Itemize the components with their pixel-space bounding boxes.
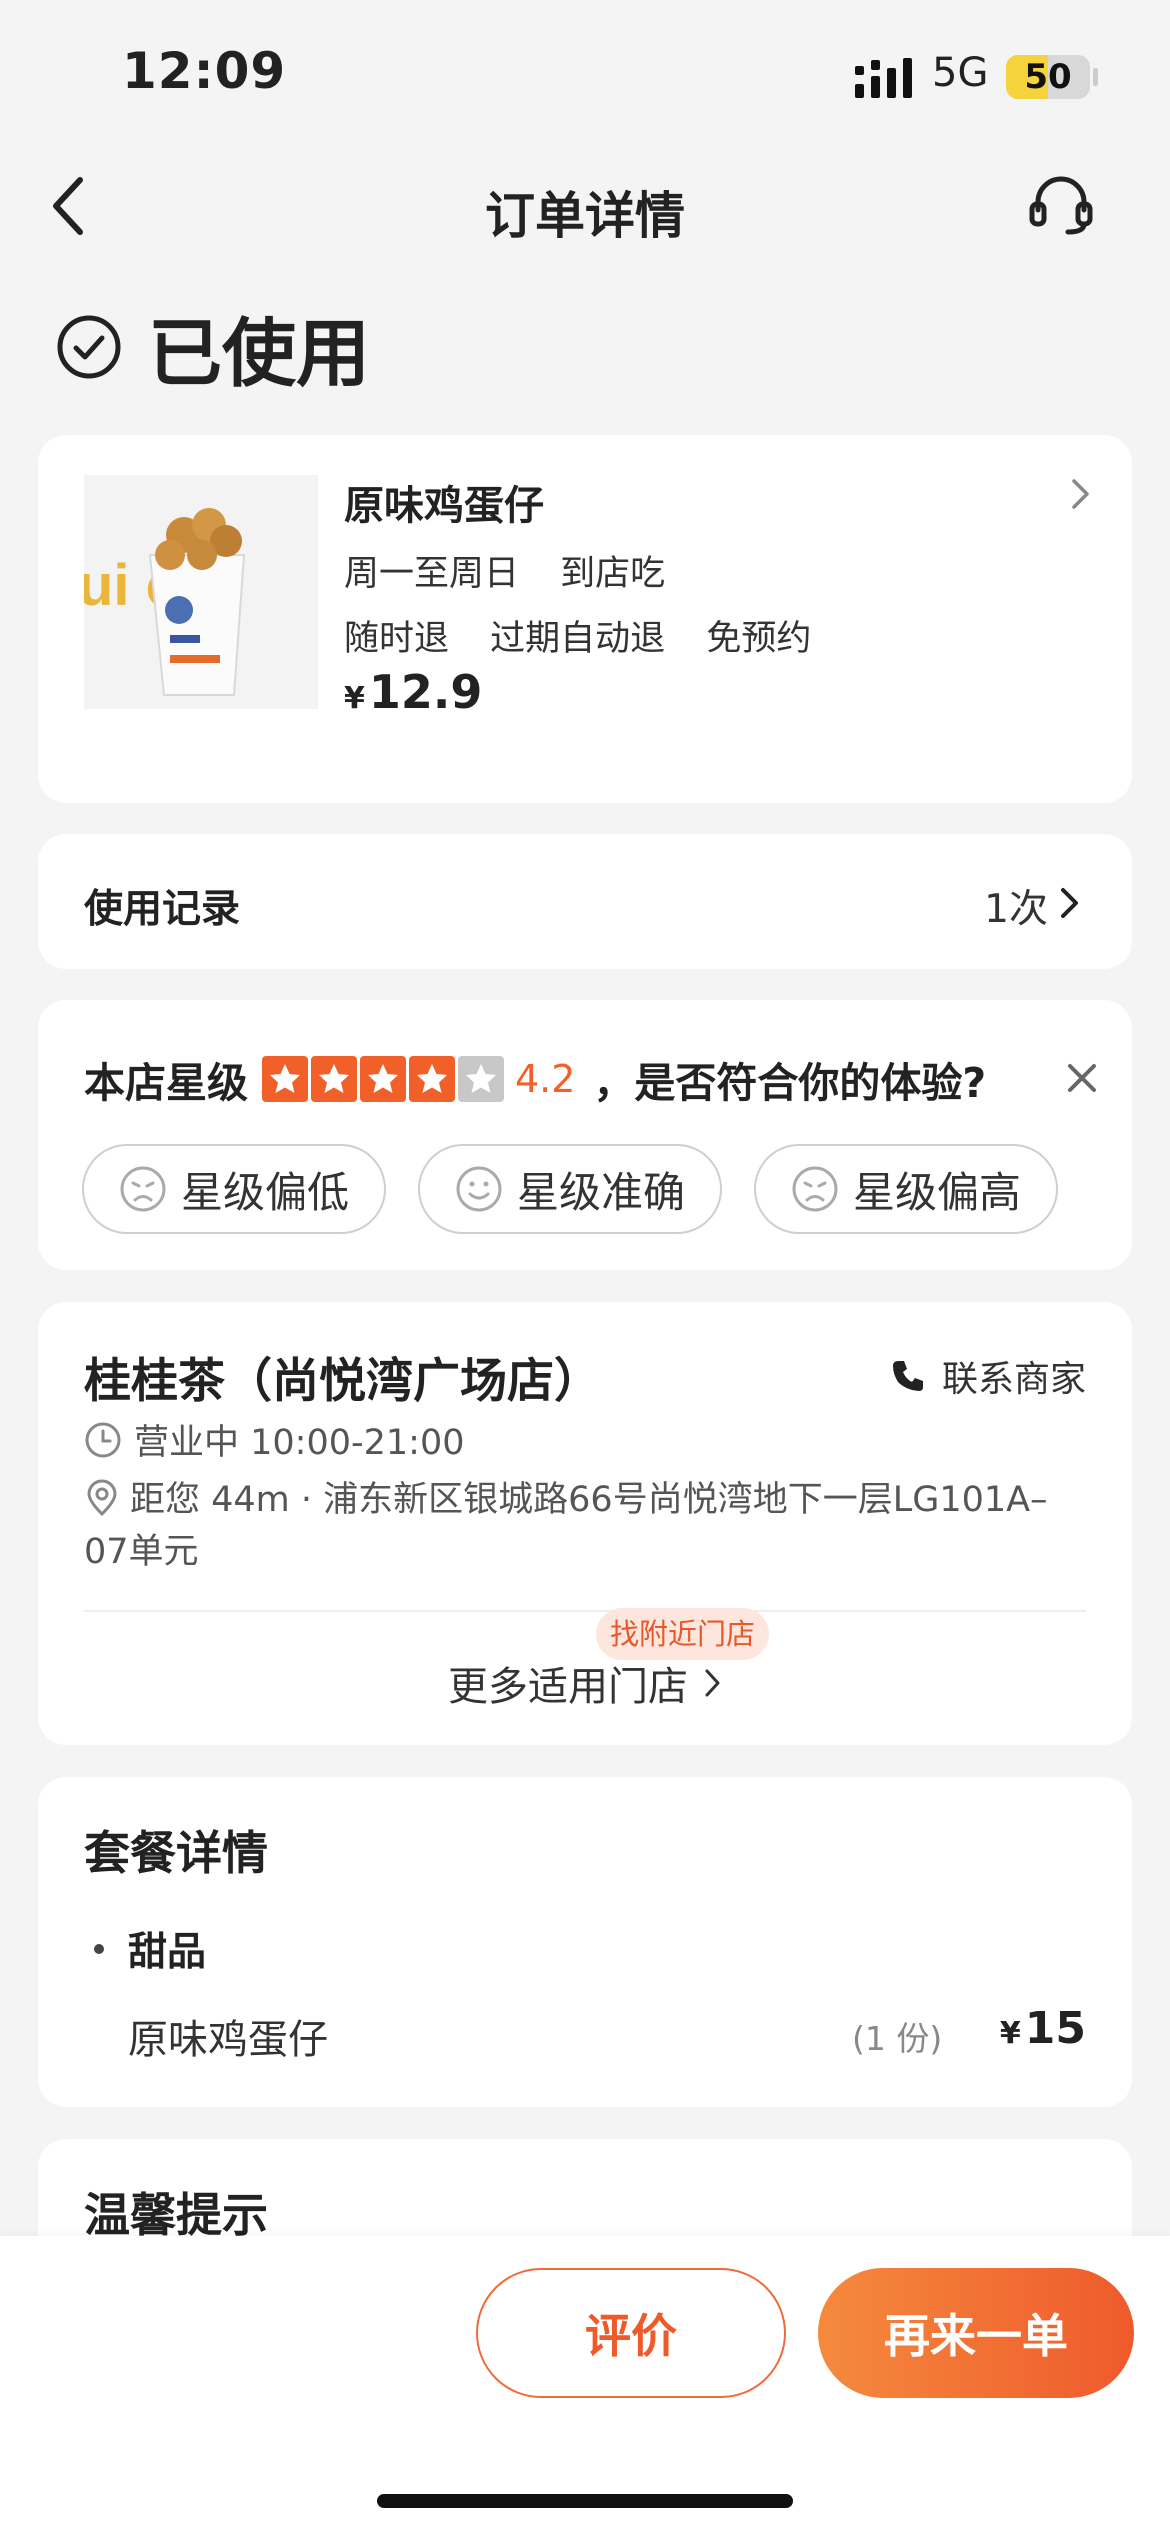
chevron-right-icon	[1072, 479, 1089, 509]
clock-icon	[85, 1422, 121, 1457]
nearby-stores-badge[interactable]: 找附近门店	[596, 1608, 770, 1660]
star-filled-icon	[360, 1056, 406, 1102]
page-title: 订单详情	[485, 187, 685, 245]
chevron-right-icon	[1061, 888, 1078, 918]
store-hours: 营业中 10:00-21:00	[84, 1414, 464, 1465]
star-filled-icon	[409, 1056, 455, 1102]
store-card: 桂桂茶（尚悦湾广场店） 联系商家 营业中 10:00-21:00 距您 44m …	[38, 1302, 1132, 1745]
phone-icon	[892, 1361, 923, 1391]
package-detail-card: 套餐详情 甜品 原味鸡蛋仔 (1 份) ¥15	[38, 1777, 1132, 2107]
sad-face-icon	[792, 1166, 838, 1212]
store-address[interactable]: 距您 44m · 浦东新区银城路66号尚悦湾地下一层LG101A–07单元	[84, 1474, 1084, 1578]
divider	[84, 1610, 1086, 1612]
product-tag: 过期自动退	[490, 619, 666, 659]
package-item-qty: (1 份)	[852, 2019, 943, 2058]
order-status-label: 已使用	[148, 310, 370, 397]
package-category-label: 甜品	[128, 1930, 207, 1975]
headset-icon[interactable]	[1028, 172, 1094, 238]
star-filled-icon	[262, 1056, 308, 1102]
product-tag: 周一至周日	[344, 554, 520, 594]
home-indicator[interactable]	[377, 2494, 793, 2508]
rating-stars	[262, 1056, 507, 1102]
order-status: 已使用	[56, 302, 370, 397]
status-time: 12:09	[122, 42, 287, 100]
smile-face-icon	[456, 1166, 502, 1212]
package-category: 甜品	[94, 1921, 206, 1977]
rating-option-label: 星级偏低	[180, 1167, 349, 1217]
rating-label: 本店星级	[84, 1059, 248, 1107]
star-filled-icon	[311, 1056, 357, 1102]
product-tags-line1: 周一至周日 到店吃	[344, 545, 695, 596]
check-circle-icon	[57, 315, 121, 379]
product-tag: 随时退	[344, 619, 450, 659]
order-detail-page: 12:09 5G 50 订单详情 已使用 ui ch 原味鸡蛋仔 周一至周日 到…	[0, 0, 1170, 2532]
store-hours-text: 营业中 10:00-21:00	[134, 1423, 465, 1463]
status-bar: 12:09 5G 50	[0, 0, 1170, 150]
product-tag: 到店吃	[560, 554, 666, 594]
battery-icon: 50	[1006, 55, 1090, 99]
currency-symbol: ¥	[344, 681, 365, 716]
more-stores-link[interactable]: 更多适用门店	[38, 1654, 1132, 1712]
product-tag: 免预约	[706, 619, 812, 659]
product-image: ui ch	[84, 475, 318, 709]
more-stores-label: 更多适用门店	[448, 1664, 688, 1710]
store-distance: 距您 44m	[130, 1480, 290, 1520]
package-item-price: ¥15	[1000, 2003, 1086, 2054]
package-title: 套餐详情	[84, 1826, 268, 1880]
product-price: ¥12.9	[344, 665, 482, 719]
nav-bar: 订单详情	[0, 150, 1170, 260]
rating-row: 本店星级 4.2 ，是否符合你的体验?	[84, 1050, 986, 1108]
battery-cap	[1093, 68, 1098, 86]
currency-symbol: ¥	[999, 2016, 1021, 2051]
bullet-dot	[94, 1944, 104, 1954]
rating-option-low[interactable]: 星级偏低	[82, 1144, 386, 1234]
battery-percent: 50	[1024, 57, 1072, 97]
bottom-action-bar: 评价 再来一单	[0, 2236, 1170, 2532]
package-item-name: 原味鸡蛋仔	[128, 2017, 328, 2063]
signal-icon	[855, 58, 912, 98]
rating-option-label: 星级偏高	[852, 1167, 1021, 1217]
contact-merchant-label: 联系商家	[941, 1359, 1086, 1400]
rating-option-label: 星级准确	[516, 1167, 685, 1217]
sad-face-icon	[120, 1166, 166, 1212]
network-type: 5G	[932, 50, 989, 96]
rating-options: 星级偏低 星级准确 星级偏高	[82, 1144, 1090, 1234]
reorder-button[interactable]: 再来一单	[818, 2268, 1134, 2398]
product-name: 原味鸡蛋仔	[344, 483, 544, 529]
rating-question: ，是否符合你的体验?	[593, 1059, 987, 1107]
star-empty-icon	[458, 1056, 504, 1102]
usage-count: 1次	[984, 887, 1048, 932]
separator-dot: ·	[289, 1480, 324, 1520]
price-value: 12.9	[368, 665, 483, 719]
rating-option-accurate[interactable]: 星级准确	[418, 1144, 722, 1234]
rating-score: 4.2	[515, 1057, 576, 1101]
location-pin-icon	[87, 1479, 117, 1517]
product-tags-line2: 随时退 过期自动退 免预约	[344, 610, 841, 661]
store-name: 桂桂茶（尚悦湾广场店）	[84, 1354, 601, 1409]
rating-card: 本店星级 4.2 ，是否符合你的体验? 星级偏低 星级准确 星级偏高	[38, 1000, 1132, 1270]
review-button[interactable]: 评价	[476, 2268, 786, 2398]
usage-record-row[interactable]: 使用记录 1次	[38, 834, 1132, 969]
chevron-right-icon	[705, 1669, 720, 1697]
usage-record-label: 使用记录	[84, 887, 241, 932]
close-icon[interactable]	[1062, 1058, 1102, 1098]
rating-option-high[interactable]: 星级偏高	[754, 1144, 1058, 1234]
product-card[interactable]: ui ch 原味鸡蛋仔 周一至周日 到店吃 随时退 过期自动退 免预约 ¥12.…	[38, 435, 1132, 803]
price-value: 15	[1024, 2003, 1086, 2054]
contact-merchant-button[interactable]: 联系商家	[890, 1350, 1086, 1402]
